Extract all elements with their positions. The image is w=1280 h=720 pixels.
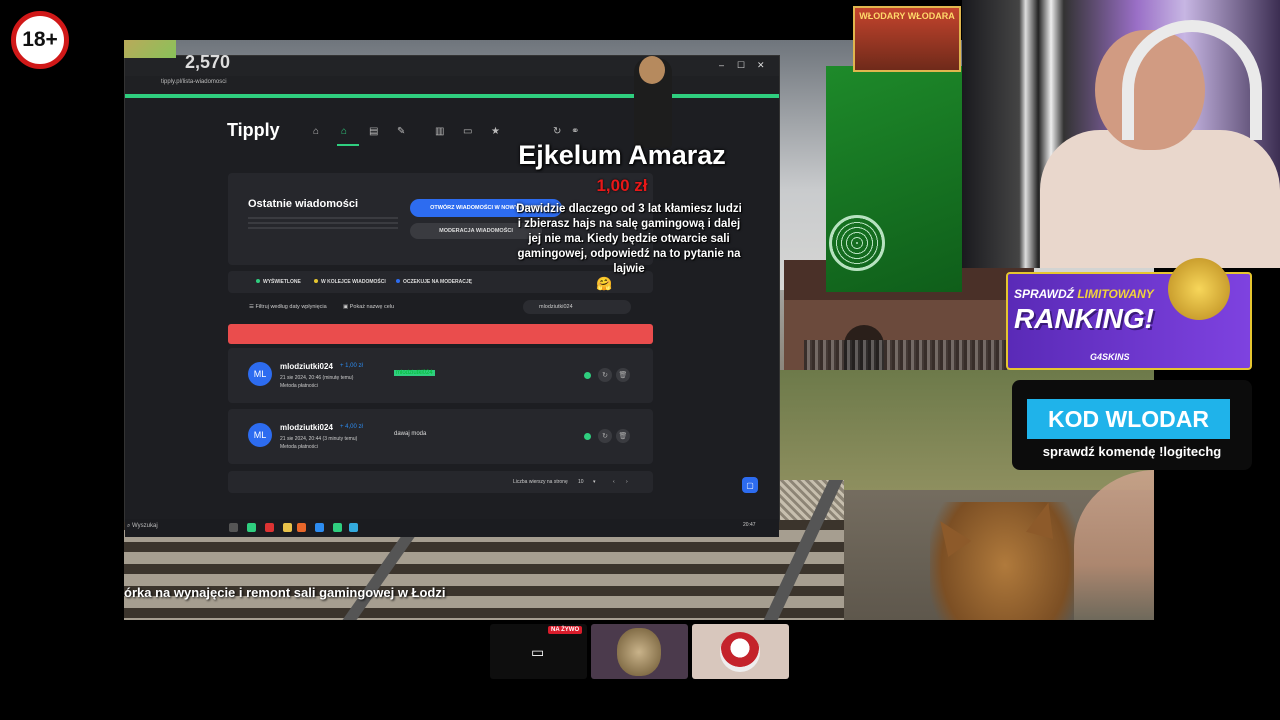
replay-icon[interactable]: ↻ — [598, 368, 612, 382]
edit-icon[interactable]: ✎ — [397, 126, 405, 137]
app-icon[interactable] — [333, 523, 342, 532]
donation-alert-head — [639, 56, 665, 84]
app-icon[interactable] — [265, 523, 274, 532]
filter-queue[interactable]: W KOLEJCE WIADOMOŚCI — [314, 279, 386, 285]
donor-name: Ejkelum Amaraz — [518, 140, 726, 170]
sponsor-brand: G4SKINS — [1090, 352, 1130, 362]
promo-code-subtitle: sprawdź komendę !logitechg — [1042, 444, 1222, 459]
app-icon[interactable] — [349, 523, 358, 532]
age-rating-badge: 18+ — [11, 11, 69, 69]
taskbar-clock: 20:47 — [743, 522, 756, 528]
status-dot — [584, 372, 591, 379]
avatar: ML — [248, 362, 272, 386]
wlodary-badge: WŁODARY WŁODARA — [853, 6, 961, 72]
messages-icon[interactable]: ⌂ — [341, 126, 347, 137]
message-author: mlodziutki024 — [280, 362, 333, 371]
message-date: 21 sie 2024, 20:44 (3 minuty temu) — [280, 436, 358, 442]
firefox-icon[interactable] — [297, 523, 306, 532]
streamer-torso — [1040, 130, 1280, 268]
delete-icon[interactable]: 🗑 — [616, 368, 630, 382]
message-amount: + 4,00 zł — [340, 424, 363, 430]
calendar-icon[interactable]: ▭ — [463, 126, 472, 137]
message-text: mlodziutki024 — [394, 370, 435, 376]
person-cutout — [1074, 470, 1154, 620]
message-date: 21 sie 2024, 20:46 (minutę temu) — [280, 375, 354, 381]
sort-by-date[interactable]: ☰ Filtruj według daty wpłynięcia — [249, 304, 327, 310]
rows-per-page-label: Liczba wierszy na stronę — [513, 479, 568, 485]
pagination: Liczba wierszy na stronę 10 ▾ ‹ › — [228, 471, 653, 493]
link-icon[interactable]: ⚭ — [571, 126, 579, 137]
message-text: dawaj moda — [394, 431, 427, 437]
list-icon[interactable]: ▤ — [369, 126, 378, 137]
status-dot — [584, 433, 591, 440]
sponsor-line1: SPRAWDŹ LIMITOWANY — [1014, 287, 1154, 301]
panel-description — [248, 217, 398, 231]
app-icon[interactable] — [315, 523, 324, 532]
donation-emoji-icon: 🤗 — [596, 276, 613, 291]
active-nav-indicator — [337, 144, 359, 146]
windows-taskbar: ⌕ Wyszukaj 20:47 — [125, 519, 779, 537]
chat-icon[interactable]: ▢ — [742, 477, 758, 493]
table-icon[interactable]: ▥ — [435, 126, 444, 137]
live-badge: NA ŻYWO — [548, 626, 583, 634]
monitor-icon: ▭ — [531, 644, 545, 660]
taskview-icon[interactable] — [229, 523, 238, 532]
alert-bar — [228, 324, 653, 344]
message-author: mlodziutki024 — [280, 423, 333, 432]
maximize-icon[interactable]: ☐ — [737, 60, 745, 71]
filter-displayed[interactable]: WYŚWIETLONE — [256, 279, 301, 285]
mask-avatar — [617, 628, 661, 676]
tipply-logo[interactable]: Tipply — [227, 120, 280, 141]
minimize-icon[interactable]: – — [719, 60, 724, 70]
santa-avatar — [720, 632, 760, 672]
close-icon[interactable]: ✕ — [757, 60, 765, 71]
panel-title: Ostatnie wiadomości — [248, 198, 359, 210]
star-icon[interactable]: ★ — [491, 126, 500, 137]
payment-method: Metoda płatności — [280, 444, 318, 450]
app-icon[interactable] — [247, 523, 256, 532]
message-row[interactable]: ML mlodziutki024 + 1,00 zł 21 sie 2024, … — [228, 348, 653, 403]
viewer-count-avatar — [124, 40, 176, 58]
replay-icon[interactable]: ↻ — [598, 429, 612, 443]
browser-window: – ☐ ✕ tipply.pl/lista-wiadomosci Tipply … — [124, 55, 780, 537]
sponsor-title: RANKING! — [1014, 303, 1154, 334]
message-amount: + 1,00 zł — [340, 363, 363, 369]
viewer-count: 2,570 — [185, 52, 231, 72]
message-row[interactable]: ML mlodziutki024 + 4,00 zł 21 sie 2024, … — [228, 409, 653, 464]
coin-icon — [1168, 258, 1230, 320]
chevron-down-icon[interactable]: ▾ — [593, 479, 596, 485]
refresh-icon[interactable]: ↻ — [553, 126, 561, 137]
donation-amount: 1,00 zł — [596, 176, 648, 195]
prev-page-icon[interactable]: ‹ — [613, 479, 615, 485]
search-input[interactable]: mlodziutki024 — [523, 300, 631, 314]
payment-method: Metoda płatności — [280, 383, 318, 389]
home-icon[interactable]: ⌂ — [313, 126, 319, 137]
avatar: ML — [248, 423, 272, 447]
next-page-icon[interactable]: › — [626, 479, 628, 485]
taskbar-search[interactable]: ⌕ Wyszukaj — [127, 523, 158, 530]
folder-icon[interactable] — [283, 523, 292, 532]
filter-moderation[interactable]: OCZEKUJE NA MODERACJĘ — [396, 279, 472, 285]
accent-bar — [125, 94, 779, 98]
promo-code: KOD WLODAR — [1027, 399, 1230, 439]
goal-ticker: órka na wynajęcie i remont sali gamingow… — [124, 585, 446, 600]
rows-per-page-select[interactable]: 10 — [578, 479, 584, 485]
delete-icon[interactable]: 🗑 — [616, 429, 630, 443]
fan-icon — [829, 215, 885, 271]
donation-message: Dawidzie dlaczego od 3 lat kłamiesz ludz… — [516, 203, 742, 275]
show-target-name[interactable]: ▣ Pokaż nazwę celu — [343, 304, 394, 310]
address-bar[interactable]: tipply.pl/lista-wiadomosci — [125, 76, 779, 94]
